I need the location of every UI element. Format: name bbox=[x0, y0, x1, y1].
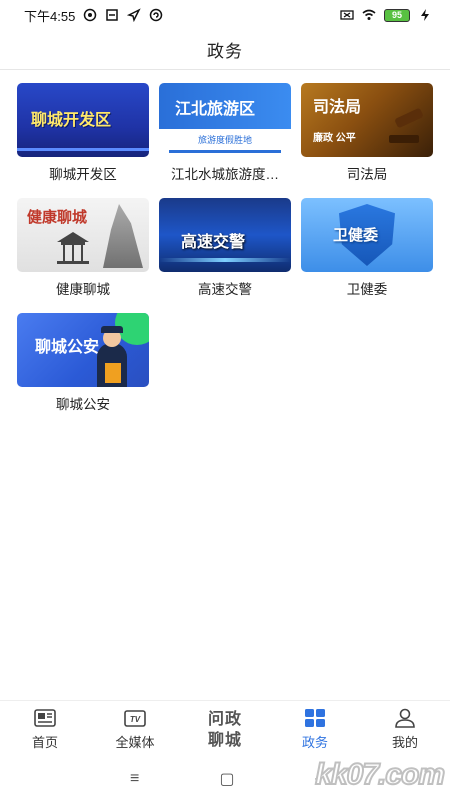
tile-healthy-liaocheng[interactable]: 健康聊城 健康聊城 bbox=[17, 198, 149, 303]
nav-label: 全媒体 bbox=[115, 735, 155, 750]
thumbnail-title: 聊城公安 bbox=[35, 339, 100, 356]
tv-icon: TV bbox=[123, 708, 147, 728]
nav-item-government[interactable]: 政务 bbox=[270, 701, 360, 758]
thumbnail-title: 司法局 bbox=[313, 99, 362, 116]
tile-label: 健康聊城 bbox=[56, 282, 110, 297]
header: 政务 bbox=[0, 30, 450, 70]
location-icon bbox=[127, 8, 141, 22]
tile-thumbnail: 聊城公安 bbox=[17, 313, 149, 387]
thumbnail-title: 聊城开发区 bbox=[31, 112, 112, 129]
sync-icon bbox=[150, 8, 163, 22]
tile-label: 聊城开发区 bbox=[49, 167, 117, 182]
pavilion-icon bbox=[57, 232, 89, 264]
watermark: kk07.com bbox=[314, 757, 446, 792]
svg-text:TV: TV bbox=[130, 715, 141, 724]
tile-thumbnail: 司法局 廉政 公平 bbox=[301, 83, 433, 157]
tile-thumbnail: 健康聊城 bbox=[17, 198, 149, 272]
menu-icon[interactable]: ≡ bbox=[130, 770, 139, 788]
tile-label: 司法局 bbox=[346, 167, 388, 182]
sim-x-icon bbox=[340, 10, 354, 20]
user-icon bbox=[393, 708, 417, 728]
tile-label: 聊城公安 bbox=[56, 397, 110, 412]
thumbnail-subtitle: 廉政 公平 bbox=[313, 133, 356, 144]
thumbnail-subtitle: 旅游度假胜地 bbox=[197, 135, 252, 145]
tile-label: 高速交警 bbox=[198, 282, 252, 297]
tile-jiangbei-tourism[interactable]: 江北旅游区 旅游度假胜地 江北水城旅游度… bbox=[159, 83, 291, 188]
thumbnail-title: 健康聊城 bbox=[27, 209, 88, 226]
home-icon[interactable]: ▢ bbox=[219, 769, 234, 789]
status-bar: 下午4:55 95 bbox=[0, 0, 450, 30]
tile-health-commission[interactable]: 卫健委 卫健委 bbox=[301, 198, 433, 303]
tile-thumbnail: 江北旅游区 旅游度假胜地 bbox=[159, 83, 291, 157]
nav-label: 我的 bbox=[391, 735, 418, 750]
tile-label: 卫健委 bbox=[346, 282, 388, 297]
thumbnail-title: 卫健委 bbox=[333, 227, 379, 244]
grid-icon bbox=[303, 708, 327, 728]
notification-icon bbox=[84, 8, 97, 22]
tile-thumbnail: 高速交警 bbox=[159, 198, 291, 272]
thumbnail-title: 高速交警 bbox=[181, 234, 246, 251]
tile-label: 江北水城旅游度… bbox=[171, 167, 279, 182]
tile-thumbnail: 卫健委 bbox=[301, 198, 433, 272]
tile-thumbnail: 聊城开发区 bbox=[17, 83, 149, 157]
wenzheng-logo-line2: 聊城 bbox=[207, 731, 242, 749]
wenzheng-logo: 问政 bbox=[207, 710, 242, 728]
tile-justice-bureau[interactable]: 司法局 廉政 公平 司法局 bbox=[301, 83, 433, 188]
charging-icon bbox=[421, 9, 429, 21]
bottom-nav: 首页 TV 全媒体 问政 聊城 政务 我的 bbox=[0, 700, 450, 758]
page-title: 政务 bbox=[207, 42, 243, 61]
nav-item-all-media[interactable]: TV 全媒体 bbox=[90, 701, 180, 758]
nav-item-wenzheng[interactable]: 问政 聊城 bbox=[180, 701, 270, 758]
tile-highway-police[interactable]: 高速交警 高速交警 bbox=[159, 198, 291, 303]
battery-indicator: 95 bbox=[384, 8, 410, 22]
news-icon bbox=[33, 708, 57, 728]
nav-label: 首页 bbox=[31, 735, 58, 750]
thumbnail-title: 江北旅游区 bbox=[175, 101, 256, 118]
nav-label: 政务 bbox=[301, 735, 328, 750]
status-time: 下午4:55 bbox=[24, 8, 76, 24]
app-icon bbox=[106, 9, 119, 21]
gavel-icon bbox=[394, 107, 424, 129]
wifi-icon bbox=[362, 9, 376, 20]
tile-public-security[interactable]: 聊城公安 聊城公安 bbox=[17, 313, 149, 418]
nav-item-home[interactable]: 首页 bbox=[0, 701, 90, 758]
nav-item-mine[interactable]: 我的 bbox=[360, 701, 450, 758]
tile-development-zone[interactable]: 聊城开发区 聊城开发区 bbox=[17, 83, 149, 188]
